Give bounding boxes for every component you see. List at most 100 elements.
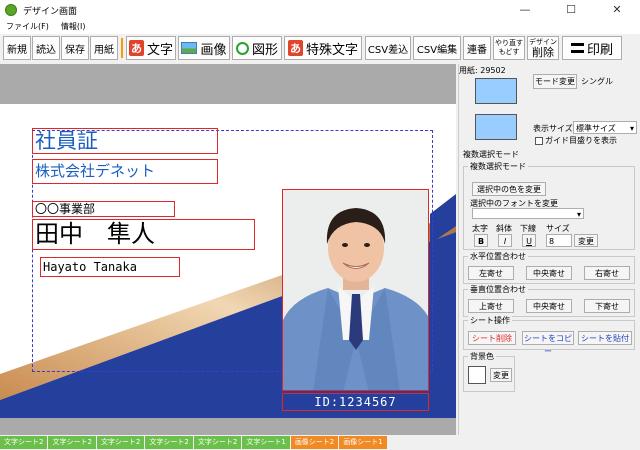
multi-select-caption: 複数選択モード [468,161,528,172]
paper-label: 用紙: 29502 [459,66,506,75]
delete-design-button[interactable]: デザイン 削除 [527,36,559,60]
size-change-button[interactable]: 変更 [574,234,598,247]
delete-design-bottom: 削除 [532,45,554,59]
print-icon [570,43,584,53]
guide-checkbox[interactable] [535,137,543,145]
design-window: デザイン画面 — ☐ ✕ ファイル(F) 情報(I) 新規 読込 保存 用紙 あ… [0,0,640,450]
employee-name[interactable]: 田中 隼人 [32,219,255,250]
design-canvas[interactable]: 社員証 株式会社デネット 〇〇事業部 田中 隼人 Hayato Tanaka I… [0,64,456,435]
underline-button[interactable]: U [522,234,536,247]
maximize-button[interactable]: ☐ [548,0,594,20]
sheet-tab[interactable]: 文字シート2 [48,436,96,449]
special-char-label: 特殊文字 [305,42,358,58]
properties-panel: 用紙: 29502 モード変更 シングル 表示サイズ 標準サイズ ▾ ガイド目盛… [458,64,640,435]
company-name[interactable]: 株式会社デネット [32,159,218,184]
redo-label: やり直す [495,39,523,47]
horizontal-align-caption: 水平位置合わせ [468,251,528,262]
app-icon [5,4,17,16]
shape-button-label: 図形 [251,42,278,58]
background-color-group: 背景色 変更 [463,351,515,392]
display-size-label: 表示サイズ [533,124,573,133]
special-char-icon: あ [287,40,303,56]
print-button-label: 印刷 [586,42,613,58]
menu-file[interactable]: ファイル(F) [0,20,55,34]
photo-illustration [283,190,428,390]
sheet-tab[interactable]: 画像シート1 [339,436,387,449]
multi-select-group: 複数選択モード 選択中の色を変更 選択中のフォントを変更 ▾ 太字 斜体 下線 … [463,161,635,250]
front-preview-swatch[interactable] [475,78,517,104]
title-bar: デザイン画面 — ☐ ✕ [0,0,640,20]
bold-label: 太字 [472,224,488,233]
csv-merge-button[interactable]: CSV差込 [365,36,411,60]
shape-button[interactable]: 図形 [232,36,282,60]
change-color-button[interactable]: 選択中の色を変更 [472,182,546,196]
background-color-swatch[interactable] [468,366,486,384]
italic-button[interactable]: I [498,234,512,247]
bold-button[interactable]: B [474,234,488,247]
card-title[interactable]: 社員証 [32,128,218,154]
new-button[interactable]: 新規 [3,36,31,60]
paper-button[interactable]: 用紙 [90,36,118,60]
special-char-button[interactable]: あ 特殊文字 [284,36,362,60]
employee-romaji[interactable]: Hayato Tanaka [40,257,180,277]
align-center-button[interactable]: 中央寄せ [526,266,572,280]
serial-button[interactable]: 連番 [463,36,491,60]
sheet-tab[interactable]: 文字シート2 [193,436,242,449]
menu-bar: ファイル(F) 情報(I) [0,20,640,34]
display-size-value: 標準サイズ [576,124,616,133]
sheet-ops-caption: シート操作 [468,315,512,326]
image-icon [181,42,198,54]
vertical-align-caption: 垂直位置合わせ [468,284,528,295]
align-right-button[interactable]: 右寄せ [584,266,630,280]
open-button[interactable]: 読込 [32,36,60,60]
chevron-down-icon: ▾ [576,210,581,219]
id-card: 社員証 株式会社デネット 〇〇事業部 田中 隼人 Hayato Tanaka I… [0,104,456,418]
sheet-paste-button[interactable]: シートを貼付 [578,331,632,345]
sheet-delete-button[interactable]: シート削除 [468,331,516,345]
window-title: デザイン画面 [23,6,78,17]
image-button[interactable]: 画像 [178,36,230,60]
menu-info[interactable]: 情報(I) [55,20,92,34]
save-button[interactable]: 保存 [61,36,89,60]
underline-label: 下線 [520,224,536,233]
align-left-button[interactable]: 左寄せ [468,266,514,280]
csv-edit-button[interactable]: CSV編集 [413,36,461,60]
undo-redo-button[interactable]: やり直す もどす [493,36,525,60]
undo-label: もどす [498,48,520,56]
display-size-select[interactable]: 標準サイズ ▾ [573,121,637,134]
sheet-copy-button[interactable]: シートをコピー [522,331,574,356]
italic-label: 斜体 [496,224,512,233]
font-select[interactable]: ▾ [472,208,584,219]
back-preview-swatch[interactable] [475,114,517,140]
employee-id[interactable]: ID:1234567 [282,393,429,411]
mode-change-button[interactable]: モード変更 [533,74,577,89]
sheet-tab[interactable]: 画像シート2 [290,436,339,449]
circle-icon [235,41,249,55]
toolbar: 新規 読込 保存 用紙 あ 文字 画像 図形 あ 特殊文字 CSV差込 CSV編… [0,34,640,62]
print-button[interactable]: 印刷 [562,36,622,60]
sheet-tab[interactable]: 文字シート1 [242,436,290,449]
image-button-label: 画像 [200,42,227,58]
align-bottom-button[interactable]: 下寄せ [584,299,630,313]
employee-photo[interactable] [282,189,429,391]
align-middle-button[interactable]: 中央寄せ [526,299,572,313]
department-name[interactable]: 〇〇事業部 [32,201,175,217]
sheet-tab[interactable]: 文字シート2 [145,436,193,449]
text-icon: あ [128,40,144,56]
background-change-button[interactable]: 変更 [490,368,512,382]
minimize-button[interactable]: — [502,0,548,20]
guide-label: ガイド目盛りを表示 [545,136,617,145]
size-spinner[interactable]: 8 [546,234,572,247]
background-color-caption: 背景色 [468,351,496,362]
sheet-tab[interactable]: 文字シート2 [96,436,145,449]
mode-value: シングル [581,77,613,86]
size-value: 8 [549,237,555,246]
align-top-button[interactable]: 上寄せ [468,299,514,313]
horizontal-align-group: 水平位置合わせ 左寄せ 中央寄せ 右寄せ [463,251,635,284]
vertical-align-group: 垂直位置合わせ 上寄せ 中央寄せ 下寄せ [463,284,635,317]
sheet-ops-group: シート操作 シート削除 シートをコピー シートを貼付 [463,315,635,356]
size-label: サイズ [546,224,570,233]
close-button[interactable]: ✕ [594,0,640,20]
sheet-tab[interactable]: 文字シート2 [0,436,48,449]
text-button[interactable]: あ 文字 [126,36,176,60]
